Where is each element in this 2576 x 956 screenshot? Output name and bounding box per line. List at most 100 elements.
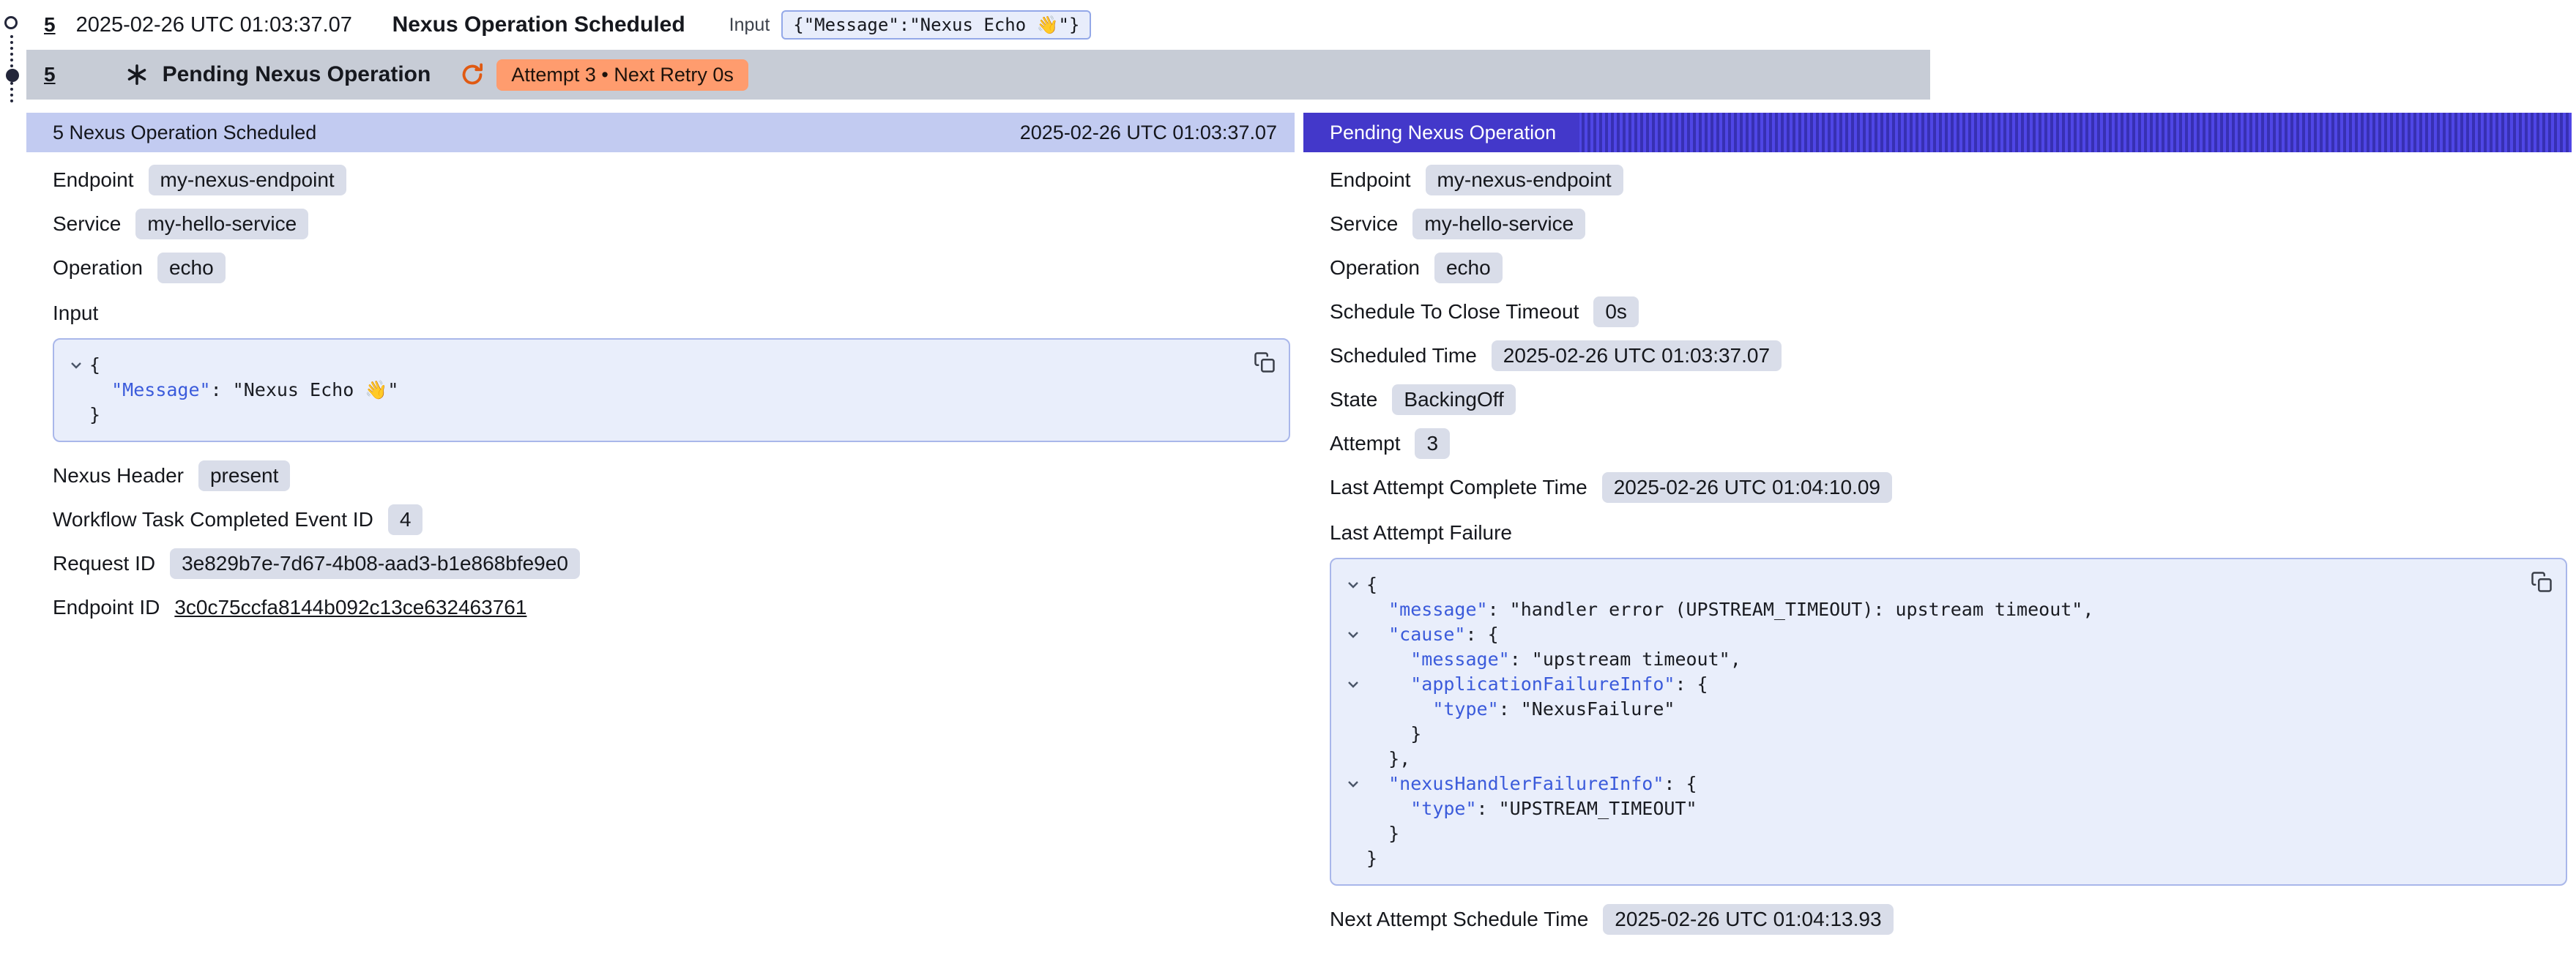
chevron-down-icon[interactable] — [63, 353, 89, 378]
detail-field-row: Nexus Headerpresent — [53, 454, 1290, 498]
detail-field-row: Endpointmy-nexus-endpoint — [53, 158, 1290, 202]
scheduled-panel-header: 5 Nexus Operation Scheduled 2025-02-26 U… — [26, 113, 1295, 152]
code-line: "type": "UPSTREAM_TIMEOUT" — [1340, 796, 2522, 821]
pending-event-title: Pending Nexus Operation — [163, 62, 431, 87]
circle-filled-icon — [6, 69, 19, 82]
code-gutter — [1340, 597, 1366, 622]
code-text: "Message": "Nexus Echo 👋" — [89, 378, 398, 403]
code-line: } — [63, 403, 1245, 427]
panel-title: Pending Nexus Operation — [1303, 113, 1579, 152]
detail-field-row: Request ID3e829b7e-7d67-4b08-aad3-b1e868… — [53, 542, 1290, 586]
field-value-link[interactable]: 3c0c75ccfa8144b092c13ce632463761 — [174, 596, 526, 619]
code-gutter — [1340, 697, 1366, 722]
copy-button[interactable] — [2531, 571, 2553, 593]
pending-operation-panel: Pending Nexus Operation Endpointmy-nexus… — [1303, 113, 2572, 941]
field-label: Scheduled Time — [1330, 344, 1477, 367]
pending-panel-body: Endpointmy-nexus-endpoint Service my-hello… — [1303, 152, 2572, 941]
code-text: "cause": { — [1366, 622, 1499, 647]
scheduled-panel-body: Endpointmy-nexus-endpoint Service my-hello… — [26, 152, 1295, 630]
code-gutter — [63, 403, 89, 427]
detail-field-row: Endpointmy-nexus-endpoint — [1330, 158, 2567, 202]
field-value-badge: 3e829b7e-7d67-4b08-aad3-b1e868bfe9e0 — [170, 548, 580, 579]
event-timestamp: 2025-02-26 UTC 01:03:37.07 — [76, 13, 366, 37]
asterisk-icon — [126, 64, 148, 86]
field-value-badge: my-hello-service — [1412, 209, 1585, 239]
field-value-badge: 4 — [388, 504, 423, 535]
code-gutter — [1340, 722, 1366, 747]
code-line: } — [1340, 722, 2522, 747]
detail-field-row: Operationecho — [1330, 246, 2567, 290]
code-text: } — [1366, 821, 1399, 846]
pending-row-wrapper: 5 Pending Nexus Operation Attempt 3 • Ne… — [0, 50, 2576, 100]
code-line: "applicationFailureInfo": { — [1340, 672, 2522, 697]
chevron-down-icon[interactable] — [1340, 622, 1366, 647]
field-value-badge: my-hello-service — [135, 209, 308, 239]
field-value-badge: my-nexus-endpoint — [1426, 165, 1623, 195]
copy-icon — [2531, 571, 2553, 593]
code-text: "type": "NexusFailure" — [1366, 697, 1675, 722]
panel-timestamp: 2025-02-26 UTC 01:03:37.07 — [1020, 122, 1277, 144]
copy-button[interactable] — [1254, 351, 1276, 373]
code-line: "cause": { — [1340, 622, 2522, 647]
event-row-pending-selected[interactable]: 5 Pending Nexus Operation Attempt 3 • Ne… — [26, 50, 1930, 100]
code-text: "applicationFailureInfo": { — [1366, 672, 1708, 697]
field-value-badge: 3 — [1415, 428, 1450, 459]
attempt-retry-badge: Attempt 3 • Next Retry 0s — [496, 59, 748, 91]
code-line: "message": "upstream timeout", — [1340, 647, 2522, 672]
detail-field-row: Last Attempt Complete Time2025-02-26 UTC… — [1330, 466, 2567, 509]
timeline-rail — [0, 0, 26, 132]
event-id-link[interactable]: 5 — [44, 63, 56, 86]
code-line: { — [1340, 572, 2522, 597]
detail-field-row: Schedule To Close Timeout0s — [1330, 290, 2567, 334]
pending-panel-header: Pending Nexus Operation — [1303, 113, 2572, 152]
field-label: Last Attempt Complete Time — [1330, 476, 1587, 499]
code-text: } — [89, 403, 100, 427]
code-gutter — [1340, 846, 1366, 871]
code-text: }, — [1366, 747, 1410, 772]
code-line: } — [1340, 821, 2522, 846]
input-label: Input — [729, 15, 770, 36]
field-label: Service — [53, 212, 121, 236]
field-value-badge: BackingOff — [1392, 384, 1515, 415]
field-value-badge: my-nexus-endpoint — [149, 165, 346, 195]
event-detail-panels: 5 Nexus Operation Scheduled 2025-02-26 U… — [26, 113, 2572, 941]
code-text: } — [1366, 722, 1421, 747]
chevron-down-icon[interactable] — [1340, 772, 1366, 796]
detail-field-row: State BackingOff — [1330, 378, 2567, 422]
detail-field-row: Endpoint ID3c0c75ccfa8144b092c13ce632463… — [53, 586, 1290, 630]
code-gutter — [1340, 796, 1366, 821]
failure-code-block: { "message": "handler error (UPSTREAM_TI… — [1330, 558, 2567, 886]
code-text: { — [89, 353, 100, 378]
chevron-down-icon[interactable] — [1340, 672, 1366, 697]
event-title: Nexus Operation Scheduled — [392, 12, 685, 37]
code-text: { — [1366, 572, 1377, 597]
code-text: } — [1366, 846, 1377, 871]
code-text: "message": "handler error (UPSTREAM_TIME… — [1366, 597, 2093, 622]
detail-field-row: Scheduled Time 2025-02-26 UTC 01:03:37.07 — [1330, 334, 2567, 378]
code-text: "type": "UPSTREAM_TIMEOUT" — [1366, 796, 1697, 821]
code-line: "message": "handler error (UPSTREAM_TIME… — [1340, 597, 2522, 622]
code-text: "nexusHandlerFailureInfo": { — [1366, 772, 1697, 796]
field-label: State — [1330, 388, 1377, 411]
event-row-scheduled[interactable]: 5 2025-02-26 UTC 01:03:37.07 Nexus Opera… — [0, 0, 2576, 50]
field-value-badge: 2025-02-26 UTC 01:03:37.07 — [1492, 340, 1782, 371]
field-value-badge: echo — [157, 253, 226, 283]
field-label: Operation — [53, 256, 143, 280]
field-list: Endpointmy-nexus-endpoint Service my-hello… — [1330, 158, 2567, 509]
code-line: } — [1340, 846, 2522, 871]
detail-field-row: Attempt 3 — [1330, 422, 2567, 466]
code-lines: { "message": "handler error (UPSTREAM_TI… — [1340, 572, 2522, 871]
field-label: Attempt — [1330, 432, 1400, 455]
field-list: Nexus HeaderpresentWorkflow Task Complet… — [53, 454, 1290, 630]
detail-field-row: Next Attempt Schedule Time2025-02-26 UTC… — [1330, 897, 2567, 941]
event-id-link[interactable]: 5 — [44, 13, 56, 37]
chevron-down-icon[interactable] — [1340, 572, 1366, 597]
detail-field-row: Service my-hello-service — [53, 202, 1290, 246]
field-label: Service — [1330, 212, 1398, 236]
code-gutter — [1340, 747, 1366, 772]
field-value-badge: 2025-02-26 UTC 01:04:13.93 — [1603, 904, 1893, 935]
circular-arrow-icon — [460, 62, 485, 87]
copy-icon — [1254, 351, 1276, 373]
scheduled-event-panel: 5 Nexus Operation Scheduled 2025-02-26 U… — [26, 113, 1295, 630]
code-line: "nexusHandlerFailureInfo": { — [1340, 772, 2522, 796]
